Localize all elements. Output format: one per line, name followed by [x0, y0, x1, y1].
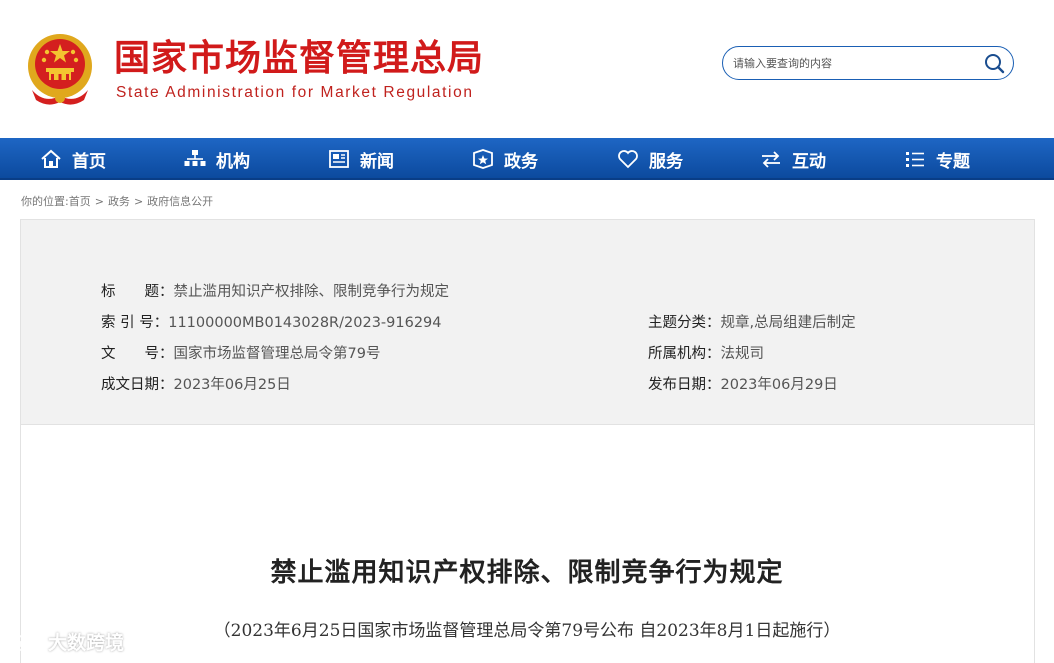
info-value-agency: 法规司 — [720, 346, 765, 362]
breadcrumb-gov-info-disclosure[interactable]: 政府信息公开 — [147, 195, 213, 208]
info-value-title: 禁止滥用知识产权排除、限制竞争行为规定 — [173, 284, 450, 300]
nav-label: 新闻 — [360, 151, 394, 172]
nav-label: 专题 — [936, 151, 970, 172]
info-label-index: 索 引 号： — [101, 315, 169, 331]
nav-item-interaction[interactable]: 互动 — [760, 138, 826, 180]
nav-item-topics[interactable]: 专题 — [904, 138, 970, 180]
nav-label: 政务 — [504, 151, 538, 172]
nav-label: 互动 — [792, 151, 826, 172]
list-icon — [906, 152, 924, 167]
news-icon — [329, 150, 349, 168]
nav-item-government-affairs[interactable]: 政务 — [472, 138, 538, 180]
info-value-published-date: 2023年06月29日 — [720, 377, 838, 393]
home-icon — [41, 149, 61, 168]
info-value-index: 11100000MB0143028R/2023-916294 — [168, 315, 442, 331]
breadcrumb-prefix: 你的位置: — [21, 195, 69, 208]
document-info-panel: 标 题：禁止滥用知识产权排除、限制竞争行为规定 索 引 号：11100000MB… — [20, 219, 1035, 425]
info-label-category: 主题分类： — [648, 315, 721, 331]
watermark-text: 大数跨境 — [48, 632, 125, 654]
main-nav: 首页 机构 新闻 政务 服务 互动 专题 — [0, 138, 1054, 180]
article-title: 禁止滥用知识产权排除、限制竞争行为规定 — [270, 558, 784, 588]
info-value-category: 规章,总局组建后制定 — [720, 315, 856, 331]
breadcrumb-home[interactable]: 首页 — [69, 195, 91, 208]
info-row-published-date: 发布日期：2023年06月29日 — [648, 375, 838, 395]
nav-item-news[interactable]: 新闻 — [328, 138, 394, 180]
breadcrumb: 你的位置:首页 > 政务 > 政府信息公开 — [21, 193, 213, 209]
nav-item-services[interactable]: 服务 — [617, 138, 683, 180]
watermark-logo-icon — [8, 632, 42, 652]
info-label-agency: 所属机构： — [648, 346, 721, 362]
info-value-written-date: 2023年06月25日 — [173, 377, 291, 393]
site-name-english: State Administration for Market Regulati… — [116, 84, 474, 101]
nav-label: 服务 — [649, 151, 683, 172]
info-label-title: 标 题： — [101, 284, 174, 300]
info-label-published-date: 发布日期： — [648, 377, 721, 393]
government-affairs-icon — [473, 149, 493, 169]
breadcrumb-government-affairs[interactable]: 政务 — [108, 195, 130, 208]
nav-label: 机构 — [216, 151, 250, 172]
nav-item-home[interactable]: 首页 — [40, 138, 106, 180]
info-label-written-date: 成文日期： — [101, 377, 174, 393]
site-header: 国家市场监督管理总局 State Administration for Mark… — [0, 0, 1054, 138]
info-row-title: 标 题：禁止滥用知识产权排除、限制竞争行为规定 — [101, 282, 449, 302]
info-value-document-number: 国家市场监督管理总局令第79号 — [173, 346, 381, 362]
search-box — [722, 46, 1014, 80]
info-row-category: 主题分类：规章,总局组建后制定 — [648, 313, 856, 333]
nav-item-organization[interactable]: 机构 — [184, 138, 250, 180]
watermark: 大数跨境 — [6, 628, 124, 655]
info-row-document-number: 文 号：国家市场监督管理总局令第79号 — [101, 344, 380, 364]
site-name-chinese[interactable]: 国家市场监督管理总局 — [114, 38, 484, 80]
breadcrumb-separator: > — [94, 195, 104, 208]
article-subtitle: （2023年6月25日国家市场监督管理总局令第79号公布 自2023年8月1日起… — [213, 621, 841, 641]
search-input[interactable] — [733, 53, 973, 73]
national-emblem-icon[interactable] — [22, 30, 98, 110]
info-label-document-number: 文 号： — [101, 346, 174, 362]
org-chart-icon — [184, 150, 206, 166]
search-icon[interactable] — [983, 52, 1005, 74]
exchange-icon — [762, 151, 780, 168]
heart-icon — [618, 150, 638, 169]
breadcrumb-separator: > — [133, 195, 144, 208]
info-row-agency: 所属机构：法规司 — [648, 344, 764, 364]
info-row-written-date: 成文日期：2023年06月25日 — [101, 375, 291, 395]
nav-label: 首页 — [72, 151, 106, 172]
info-row-index: 索 引 号：11100000MB0143028R/2023-916294 — [101, 313, 442, 333]
